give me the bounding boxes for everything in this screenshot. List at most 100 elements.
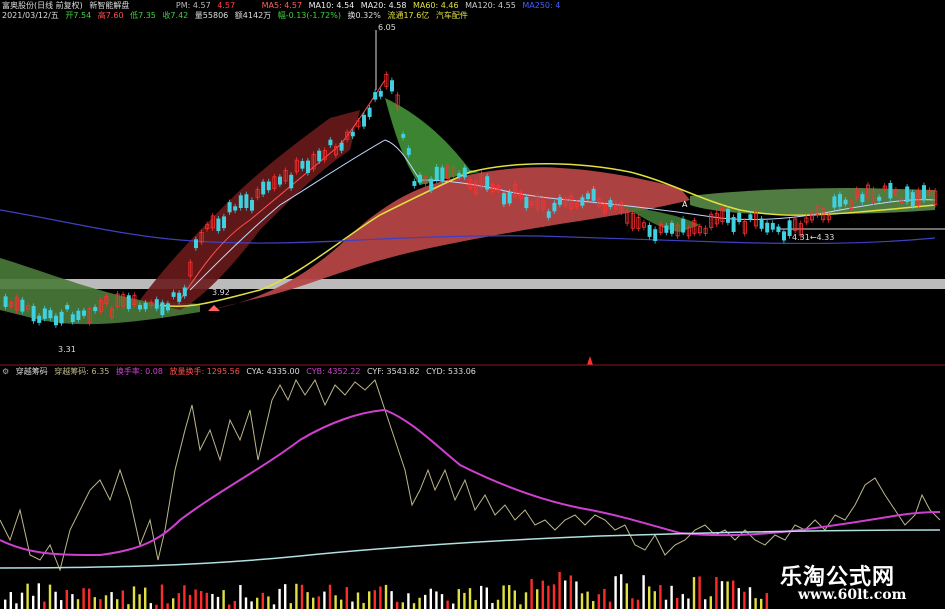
candle[interactable]	[888, 182, 893, 199]
candle[interactable]	[457, 173, 462, 177]
candle[interactable]	[48, 310, 53, 319]
candle[interactable]	[389, 80, 394, 92]
candle[interactable]	[233, 206, 238, 211]
candle[interactable]	[922, 185, 927, 201]
candle[interactable]	[76, 310, 81, 320]
candle[interactable]	[339, 142, 344, 151]
indicator-title[interactable]: 穿越筹码	[16, 367, 48, 376]
candle[interactable]	[485, 176, 490, 190]
candle[interactable]	[361, 114, 366, 127]
candle[interactable]	[608, 200, 613, 207]
main-price-panel[interactable]	[0, 30, 945, 365]
candle[interactable]	[552, 202, 557, 212]
candle[interactable]	[42, 308, 47, 319]
candle[interactable]	[65, 304, 70, 310]
candle[interactable]	[440, 167, 445, 182]
candle[interactable]	[558, 197, 563, 205]
candle[interactable]	[507, 192, 512, 204]
candle[interactable]	[328, 139, 333, 146]
candle[interactable]	[406, 148, 411, 155]
indicator-name[interactable]: 新智能解盘	[89, 1, 129, 10]
candle[interactable]	[653, 229, 658, 242]
stock-title[interactable]: 富奥股份(日线 前复权)	[2, 1, 83, 10]
candle[interactable]	[305, 160, 310, 173]
gear-icon[interactable]: ⚙	[2, 367, 9, 376]
candle[interactable]	[731, 217, 736, 232]
chart-canvas[interactable]	[0, 0, 945, 609]
candle[interactable]	[277, 176, 282, 185]
volume-bar	[720, 581, 724, 609]
candle[interactable]	[417, 174, 422, 183]
candle[interactable]	[681, 218, 686, 233]
candle[interactable]	[647, 224, 652, 237]
candle[interactable]	[37, 315, 42, 323]
candle[interactable]	[776, 226, 781, 233]
candle[interactable]	[838, 194, 843, 207]
candle[interactable]	[664, 225, 669, 233]
candle[interactable]	[378, 90, 383, 97]
candle[interactable]	[238, 195, 243, 208]
candle[interactable]	[177, 292, 182, 302]
candle[interactable]	[70, 314, 75, 322]
candle[interactable]	[317, 150, 322, 162]
candle[interactable]	[171, 292, 176, 297]
volume-bar	[547, 585, 550, 609]
candle[interactable]	[59, 311, 64, 324]
candle[interactable]	[412, 181, 417, 186]
volume-bar	[211, 593, 214, 609]
candle[interactable]	[765, 222, 770, 233]
candle[interactable]	[126, 295, 131, 310]
candle[interactable]	[546, 211, 551, 218]
candle[interactable]	[82, 310, 87, 316]
candle[interactable]	[580, 197, 585, 206]
candle[interactable]	[770, 223, 775, 230]
candle[interactable]	[31, 305, 36, 322]
candle[interactable]	[20, 299, 25, 312]
candle[interactable]	[401, 133, 406, 138]
candle[interactable]	[182, 287, 187, 297]
candle[interactable]	[143, 302, 148, 310]
candle[interactable]	[860, 194, 865, 203]
candle[interactable]	[591, 188, 596, 201]
candle[interactable]	[266, 181, 271, 191]
candle[interactable]	[832, 196, 837, 208]
candle[interactable]	[524, 196, 529, 209]
candle[interactable]	[350, 131, 355, 137]
volume-bar	[93, 597, 96, 609]
candle[interactable]	[249, 200, 254, 211]
candle[interactable]	[244, 194, 249, 209]
candle[interactable]	[216, 218, 221, 232]
candle[interactable]	[759, 218, 764, 229]
candle[interactable]	[462, 167, 467, 178]
candle[interactable]	[586, 193, 591, 200]
candle[interactable]	[726, 208, 731, 223]
candle[interactable]	[670, 222, 675, 234]
candle[interactable]	[300, 161, 305, 169]
candle[interactable]	[877, 196, 882, 201]
candle[interactable]	[748, 214, 753, 220]
candle[interactable]	[429, 178, 434, 191]
candle[interactable]	[737, 212, 742, 223]
candle[interactable]	[787, 220, 792, 236]
sector-label: 汽车配件	[435, 11, 468, 20]
candle[interactable]	[782, 231, 787, 241]
candle[interactable]	[367, 107, 372, 117]
candle[interactable]	[154, 299, 159, 309]
candle[interactable]	[905, 186, 910, 203]
candle[interactable]	[54, 315, 59, 326]
candle[interactable]	[137, 305, 142, 310]
candle[interactable]	[3, 296, 8, 307]
candle[interactable]	[160, 302, 165, 316]
candle[interactable]	[434, 166, 439, 181]
candle[interactable]	[221, 216, 226, 229]
candle[interactable]	[193, 239, 198, 249]
candle[interactable]	[165, 303, 170, 311]
candle[interactable]	[227, 202, 232, 213]
candle[interactable]	[261, 181, 266, 195]
candle[interactable]	[501, 193, 506, 205]
candle[interactable]	[289, 174, 294, 189]
candle[interactable]	[93, 307, 98, 312]
candle[interactable]	[373, 92, 378, 100]
candle[interactable]	[910, 192, 915, 207]
candle[interactable]	[843, 199, 848, 205]
